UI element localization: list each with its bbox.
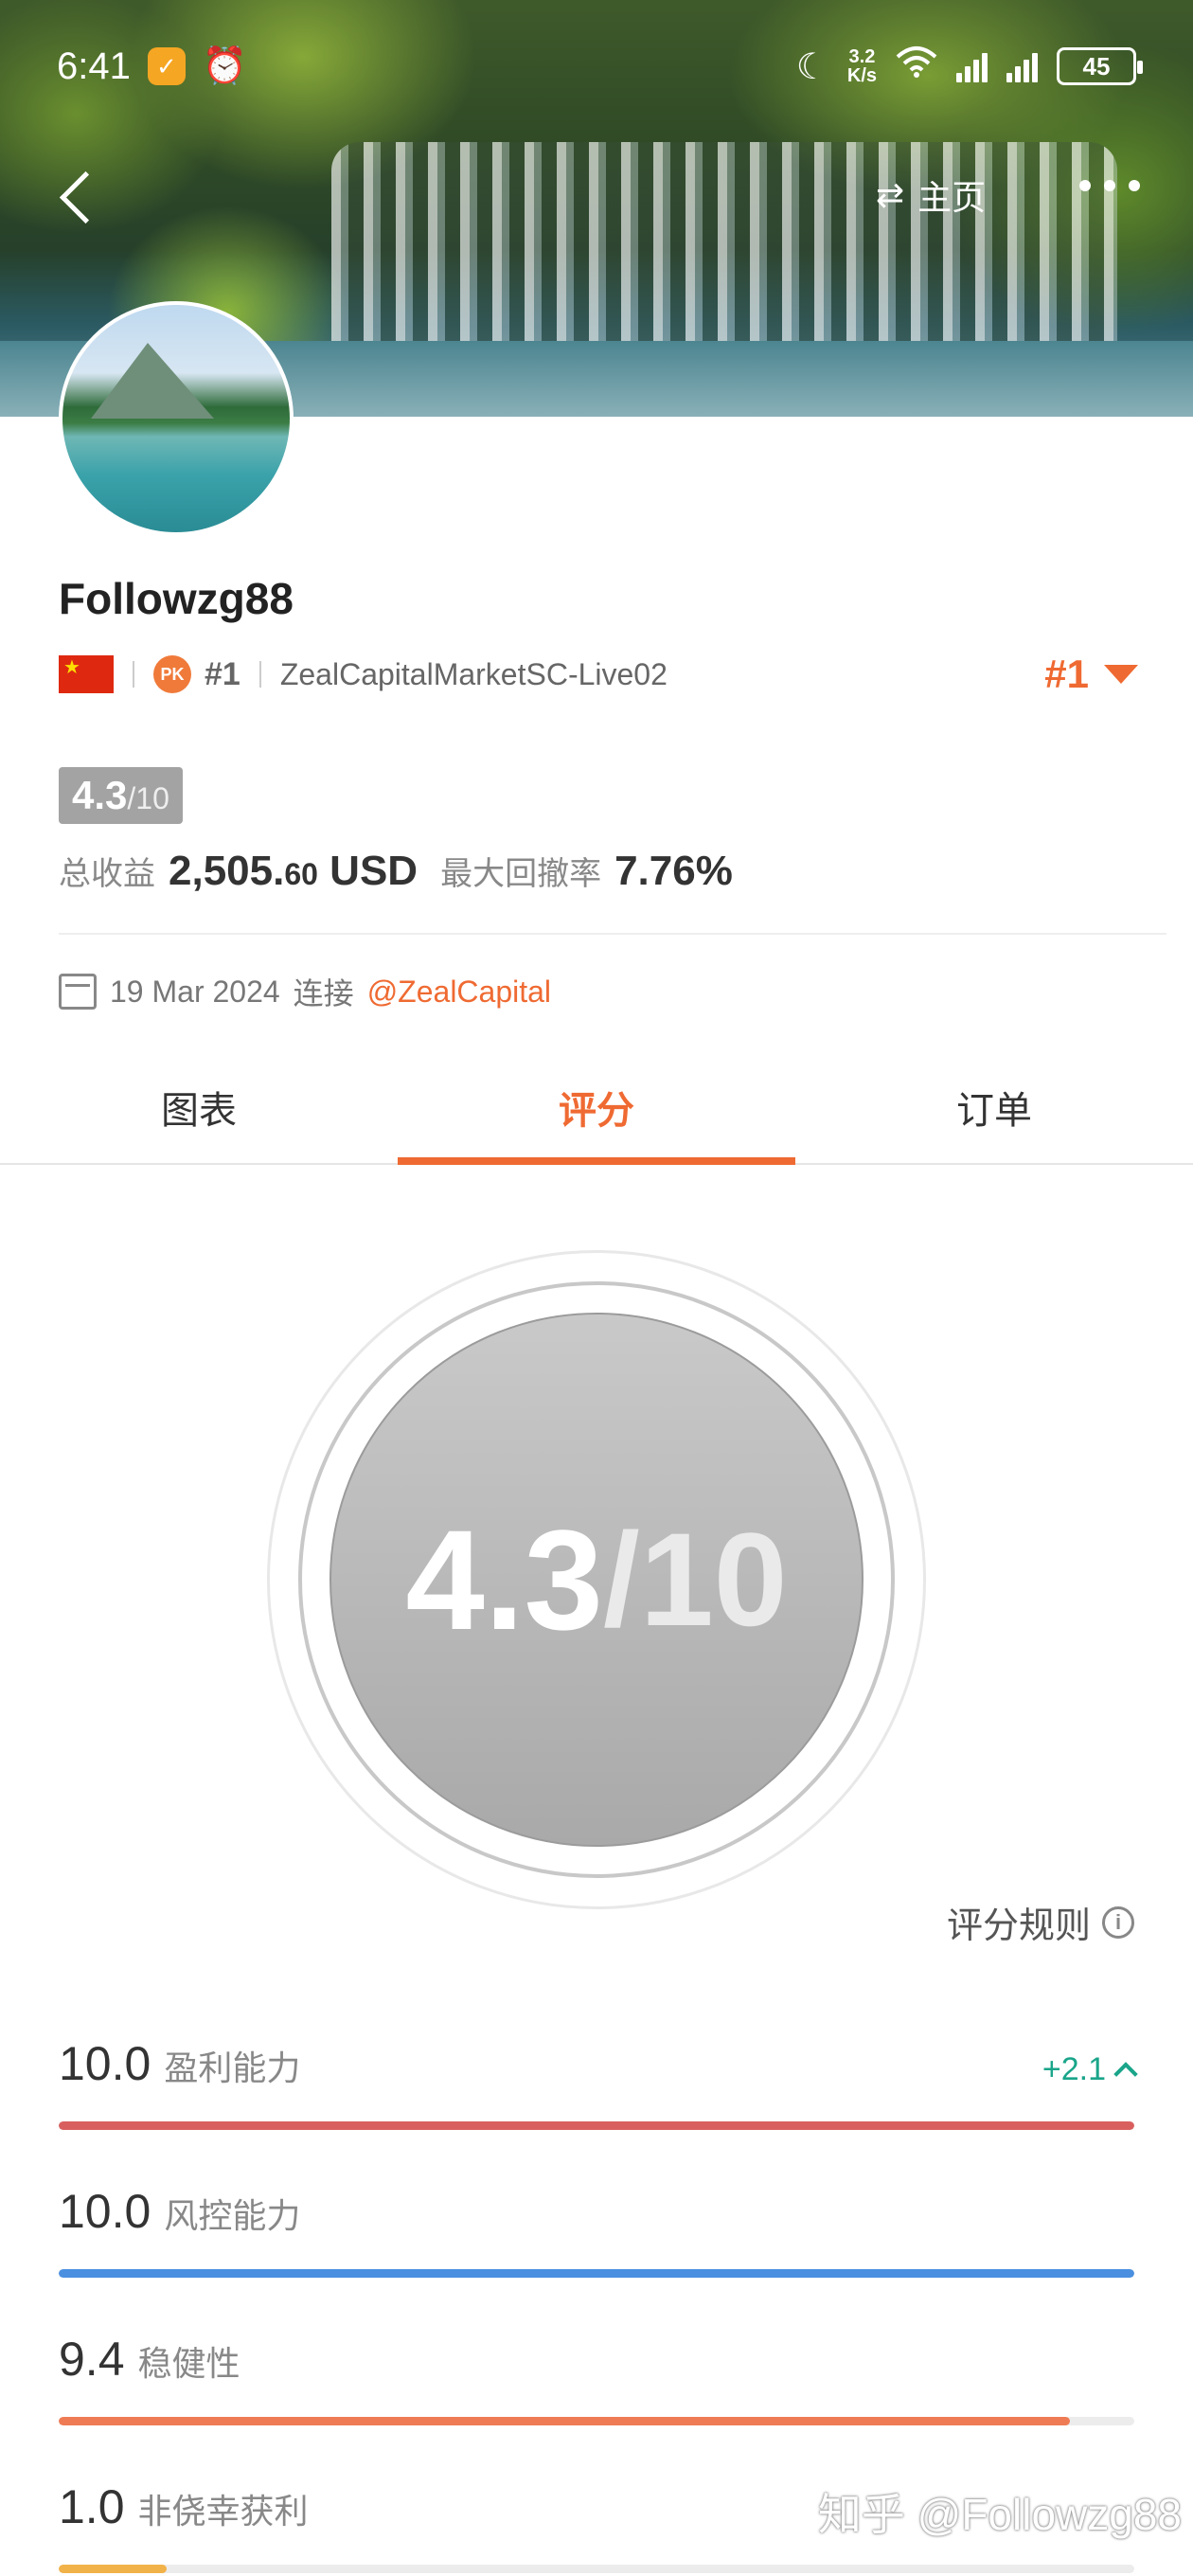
top-nav: ⇄ 主页 — [0, 161, 1193, 237]
metric-bar — [59, 2417, 1070, 2425]
rank-dropdown[interactable]: #1 — [1044, 652, 1138, 697]
tab-bar: 图表 评分 订单 — [0, 1051, 1193, 1165]
tab-orders[interactable]: 订单 — [795, 1051, 1193, 1163]
metric-label: 稳健性 — [137, 2344, 240, 2383]
metric-delta[interactable]: +2.1 — [1042, 2051, 1138, 2088]
status-bar: 6:41 ✓ ⏰ ☾ 3.2 K/s 45 — [57, 38, 1143, 95]
metric-label: 盈利能力 — [164, 2048, 301, 2087]
signal-icon-2 — [1006, 50, 1038, 82]
account-name: ZealCapitalMarketSC-Live02 — [279, 656, 668, 691]
score-rules-link[interactable]: 评分规则 i — [947, 1896, 1134, 1948]
metric-profitability: 10.0 盈利能力 +2.1 — [59, 2036, 1138, 2130]
info-icon: i — [1102, 1905, 1134, 1939]
back-button[interactable] — [52, 166, 118, 232]
metric-risk-control: 10.0 风控能力 — [59, 2184, 1134, 2278]
join-date: 19 Mar 2024 — [110, 974, 280, 1009]
username: Followzg88 — [59, 574, 294, 623]
metric-bar — [59, 2565, 167, 2573]
income-row: 总收益 2,505.60 USD 最大回撤率 7.76% — [59, 848, 746, 895]
income-value: 2,505.60 USD — [169, 848, 418, 894]
tab-chart[interactable]: 图表 — [0, 1051, 398, 1163]
drawdown-value: 7.76% — [614, 848, 733, 894]
score-total: /10 — [602, 1505, 788, 1654]
profile-meta: PK #1 ZealCapitalMarketSC-Live02 #1 — [59, 650, 1138, 699]
home-label: 主页 — [917, 178, 987, 217]
divider — [59, 933, 1166, 935]
score-value: 4.3 — [405, 1499, 603, 1659]
switch-icon: ⇄ — [876, 175, 905, 214]
home-button[interactable]: ⇄ 主页 — [876, 170, 986, 220]
metric-label: 风控能力 — [164, 2196, 301, 2235]
triangle-down-icon — [1104, 665, 1138, 684]
avatar[interactable] — [59, 301, 294, 536]
metric-bar — [59, 2121, 1134, 2130]
app-notification-icon: ✓ — [147, 47, 186, 85]
income-label: 总收益 — [59, 856, 155, 892]
wifi-icon — [896, 45, 937, 87]
drawdown-label: 最大回撤率 — [440, 856, 602, 892]
tab-score[interactable]: 评分 — [398, 1051, 795, 1165]
metric-value: 10.0 — [59, 2185, 151, 2238]
metric-value: 9.4 — [59, 2333, 125, 2386]
score-circle: 4.3/10 — [329, 1313, 864, 1847]
signal-icon-1 — [956, 50, 988, 82]
profile-page: 6:41 ✓ ⏰ ☾ 3.2K/s 45 ⇄ 主页 Followzg88 PK — [0, 0, 1193, 2576]
china-flag-icon — [59, 655, 114, 693]
more-button[interactable] — [1079, 180, 1140, 191]
moon-icon: ☾ — [795, 46, 828, 87]
broker-link[interactable]: @ZealCapital — [367, 975, 551, 1010]
pk-rank: #1 — [205, 655, 240, 692]
network-speed: 3.2 K/s — [846, 46, 877, 86]
calendar-icon — [59, 974, 97, 1010]
status-time: 6:41 — [57, 45, 131, 87]
watermark: 知乎 @Followzg88 — [817, 2490, 1182, 2539]
chevron-up-icon — [1113, 2061, 1138, 2086]
battery-icon: 45 — [1057, 47, 1143, 85]
alarm-icon: ⏰ — [202, 46, 248, 86]
rules-label: 评分规则 — [946, 1906, 1091, 1946]
score-badge: 4.3/10 — [59, 767, 183, 824]
pk-icon: PK — [153, 655, 191, 693]
metric-label: 非侥幸获利 — [137, 2492, 309, 2531]
metric-bar — [59, 2269, 1134, 2278]
join-label: 连接 — [293, 976, 354, 1011]
metric-value: 1.0 — [59, 2480, 125, 2533]
join-row: 19 Mar 2024 连接 @ZealCapital — [59, 970, 551, 1013]
metric-stability: 9.4 稳健性 — [59, 2332, 1134, 2425]
metric-value: 10.0 — [59, 2037, 151, 2090]
